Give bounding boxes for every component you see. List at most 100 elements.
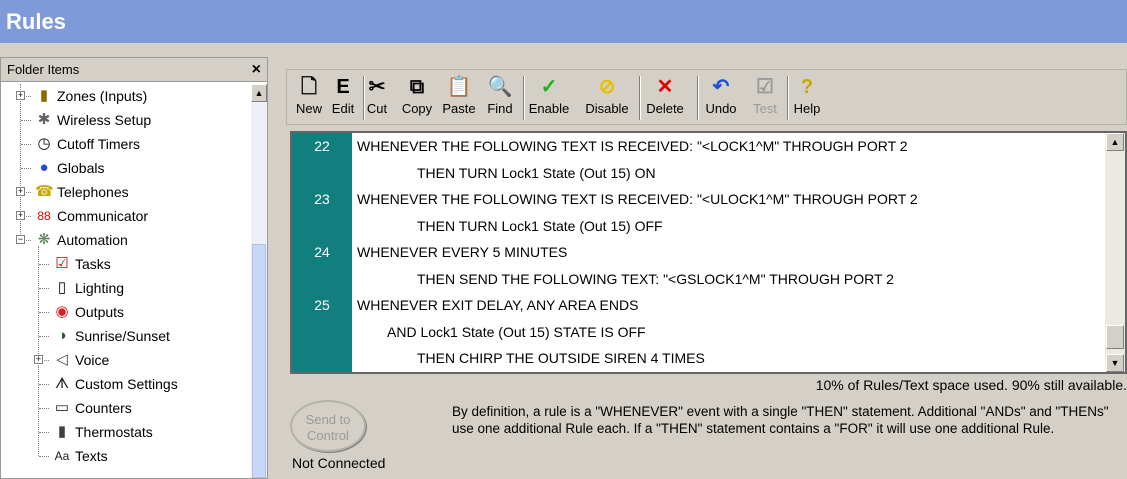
- rule-definition-note: By definition, a rule is a "WHENEVER" ev…: [452, 404, 1109, 436]
- tasks-checkbox-icon: ☑: [55, 255, 69, 272]
- tree-item-sunrise-sunset[interactable]: ◑ Sunrise/Sunset: [1, 324, 251, 348]
- rule-number: 25: [314, 297, 330, 313]
- rules-editor[interactable]: 22 WHENEVER THE FOLLOWING TEXT IS RECEIVE…: [290, 131, 1127, 374]
- find-button[interactable]: 🔍 Find: [481, 74, 519, 122]
- tree-item-telephones[interactable]: + ☎ Telephones: [1, 180, 251, 204]
- folder-panel-header: Folder Items ×: [1, 58, 267, 82]
- scroll-up-arrow-icon[interactable]: ▲: [251, 84, 267, 102]
- new-button[interactable]: 🗋 New: [293, 74, 325, 122]
- rule-number: 22: [314, 138, 330, 154]
- tree-item-label: Globals: [57, 160, 105, 176]
- scroll-thumb[interactable]: [1106, 325, 1124, 349]
- scroll-thumb[interactable]: [252, 244, 266, 478]
- rule-text: WHENEVER EVERY 5 MINUTES: [357, 244, 568, 260]
- tree-connector: [39, 312, 49, 313]
- delete-button[interactable]: ✕ Delete: [637, 74, 693, 122]
- tree-item-zones-inputs-[interactable]: + ▮ Zones (Inputs): [1, 84, 251, 108]
- scroll-up-arrow-icon[interactable]: ▲: [1106, 133, 1124, 151]
- toolbar-button-label: Undo: [705, 101, 737, 116]
- disable-button[interactable]: ⊘ Disable: [579, 74, 635, 122]
- rules-scrollbar[interactable]: ▲ ▼: [1105, 133, 1125, 372]
- close-icon[interactable]: ×: [252, 58, 261, 82]
- tree-item-lighting[interactable]: ▯ Lighting: [1, 276, 251, 300]
- tree-item-automation[interactable]: − ❋ Automation: [1, 228, 251, 252]
- paste-icon: 📋: [446, 76, 472, 98]
- rule-line[interactable]: THEN SEND THE FOLLOWING TEXT: "<GSLOCK1^…: [292, 268, 1105, 291]
- timer-icon: ◷: [37, 135, 51, 152]
- rule-line[interactable]: 23 WHENEVER THE FOLLOWING TEXT IS RECEIVE…: [292, 188, 1105, 211]
- enable-button[interactable]: ✓ Enable: [523, 74, 575, 122]
- custom-settings-icon: ᗑ: [54, 375, 70, 392]
- help-button[interactable]: ? Help: [789, 74, 825, 122]
- expand-icon[interactable]: +: [16, 211, 25, 220]
- undo-button[interactable]: ↶ Undo: [699, 74, 743, 122]
- rule-line[interactable]: THEN CHIRP THE OUTSIDE SIREN 4 TIMES: [292, 347, 1105, 370]
- toolbar-button-label: Enable: [528, 101, 570, 116]
- tree-item-custom-settings[interactable]: ᗑ Custom Settings: [1, 372, 251, 396]
- tree-item-counters[interactable]: ▭ Counters: [1, 396, 251, 420]
- counters-icon: ▭: [54, 399, 70, 416]
- tree-item-outputs[interactable]: ◉ Outputs: [1, 300, 251, 324]
- rule-line[interactable]: AND Lock1 State (Out 15) STATE IS OFF: [292, 321, 1105, 344]
- tree-item-label: Telephones: [57, 184, 129, 200]
- folder-scrollbar[interactable]: ▲: [251, 84, 267, 478]
- telephone-icon: ☎: [35, 183, 54, 200]
- disable-icon: ⊘: [598, 76, 616, 98]
- tree-item-globals[interactable]: ● Globals: [1, 156, 251, 180]
- rule-number: 23: [314, 191, 330, 207]
- tree-item-texts[interactable]: Aa Texts: [1, 444, 251, 468]
- cut-button[interactable]: ✂ Cut: [361, 74, 393, 122]
- tree-item-label: Wireless Setup: [57, 112, 152, 128]
- connection-status: Not Connected: [292, 455, 386, 471]
- toolbar-button-label: Delete: [646, 101, 684, 116]
- help-icon: ?: [800, 76, 814, 98]
- paste-button[interactable]: 📋 Paste: [439, 74, 479, 122]
- collapse-icon[interactable]: −: [16, 235, 25, 244]
- rules-list[interactable]: 22 WHENEVER THE FOLLOWING TEXT IS RECEIVE…: [292, 133, 1105, 372]
- folder-panel: Folder Items × + ▮ Zones (Inputs) ✱ Wireless…: [0, 57, 268, 479]
- toolbar-button-label: Edit: [331, 101, 355, 116]
- copy-button[interactable]: ⧉ Copy: [397, 74, 437, 122]
- rule-text: THEN TURN Lock1 State (Out 15) ON: [417, 164, 656, 181]
- tree-connector: [39, 456, 49, 457]
- tree-connector: [39, 336, 49, 337]
- expand-icon[interactable]: +: [16, 187, 25, 196]
- tree-item-label: Outputs: [75, 304, 125, 320]
- delete-x-icon: ✕: [656, 76, 674, 98]
- edit-button[interactable]: E Edit: [327, 74, 359, 122]
- rule-text: WHENEVER EXIT DELAY, ANY AREA ENDS: [357, 297, 639, 313]
- rule-text: WHENEVER THE FOLLOWING TEXT IS RECEIVED:…: [357, 191, 918, 207]
- tree-item-label: Tasks: [75, 256, 111, 272]
- toolbar-button-label: New: [295, 101, 322, 116]
- rule-line[interactable]: THEN TURN Lock1 State (Out 15) ON: [292, 162, 1105, 185]
- toolbar-button-label: Test: [753, 101, 777, 116]
- tree-item-voice[interactable]: + ◁ Voice: [1, 348, 251, 372]
- expand-icon[interactable]: +: [34, 355, 43, 364]
- sunrise-sunset-icon: ◑: [57, 327, 67, 344]
- tree-item-communicator[interactable]: +88 Communicator: [1, 204, 251, 228]
- folder-panel-title: Folder Items: [7, 62, 80, 77]
- send-to-control-button[interactable]: Send to Control: [290, 400, 366, 452]
- tree-connector: [39, 432, 49, 433]
- tree-item-label: Lighting: [75, 280, 125, 296]
- rule-line[interactable]: 24 WHENEVER EVERY 5 MINUTES: [292, 241, 1105, 264]
- tree-item-tasks[interactable]: ☑ Tasks: [1, 252, 251, 276]
- rule-line[interactable]: 25 WHENEVER EXIT DELAY, ANY AREA ENDS: [292, 294, 1105, 317]
- tree-item-wireless-setup[interactable]: ✱ Wireless Setup: [1, 108, 251, 132]
- tree-connector: [39, 264, 49, 265]
- tree-item-cutoff-timers[interactable]: ◷ Cutoff Timers: [1, 132, 251, 156]
- test-button[interactable]: ☑ Test: [747, 74, 783, 122]
- tree-item-thermostats[interactable]: ▮ Thermostats: [1, 420, 251, 444]
- toolbar-button-label: Disable: [585, 101, 629, 116]
- rule-line[interactable]: 22 WHENEVER THE FOLLOWING TEXT IS RECEIVE…: [292, 135, 1105, 158]
- tree-connector: [21, 120, 31, 121]
- rule-line[interactable]: THEN TURN Lock1 State (Out 15) OFF: [292, 215, 1105, 238]
- copy-icon: ⧉: [409, 76, 425, 98]
- tree-item-label: Texts: [75, 448, 108, 464]
- tree-connector: [21, 144, 31, 145]
- expand-icon[interactable]: +: [16, 91, 25, 100]
- tree-item-label: Voice: [75, 352, 110, 368]
- toolbar-button-label: Help: [793, 101, 821, 116]
- scroll-down-arrow-icon[interactable]: ▼: [1106, 354, 1124, 372]
- rule-text: THEN SEND THE FOLLOWING TEXT: "<GSLOCK1^…: [417, 270, 894, 287]
